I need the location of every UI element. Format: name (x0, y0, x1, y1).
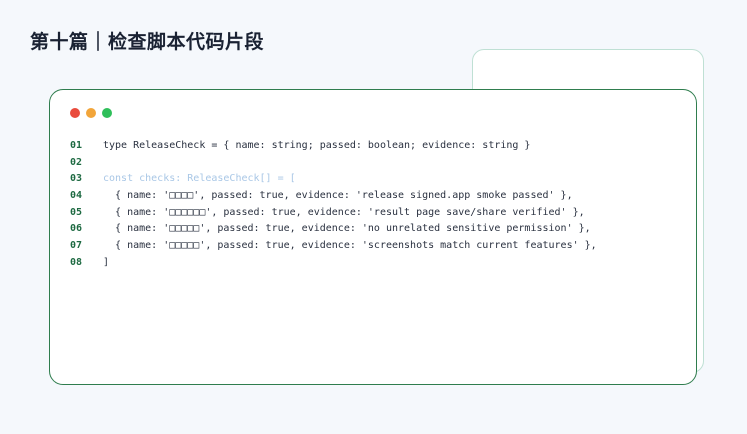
code-line: 02 (70, 155, 597, 172)
code-line: 08] (70, 255, 597, 272)
code-window: 01 type ReleaseCheck = { name: string; pa… (49, 89, 697, 385)
window-controls (70, 108, 112, 118)
close-dot-icon (70, 108, 80, 118)
code-line: 01 type ReleaseCheck = { name: string; pa… (70, 138, 597, 155)
code-text: { name: '□□□□□', passed: true, evidence:… (103, 240, 597, 252)
line-number: 08 (70, 256, 83, 268)
line-number: 02 (70, 156, 83, 168)
code-line: 04 { name: '□□□□', passed: true, evidenc… (70, 188, 597, 205)
code-line: 05 { name: '□□□□□□', passed: true, evide… (70, 205, 597, 222)
line-number: 04 (70, 190, 83, 202)
minimize-dot-icon (86, 108, 96, 118)
code-line: 07 { name: '□□□□□', passed: true, eviden… (70, 238, 597, 255)
code-text: { name: '□□□□□□', passed: true, evidence… (103, 206, 585, 218)
code-text: const checks: ReleaseCheck[] = [ (103, 173, 296, 185)
code-block: 01 type ReleaseCheck = { name: string; pa… (70, 138, 597, 272)
code-line: 06 { name: '□□□□□', passed: true, eviden… (70, 221, 597, 238)
line-number: 07 (70, 240, 83, 252)
maximize-dot-icon (102, 108, 112, 118)
code-text: { name: '□□□□□', passed: true, evidence:… (103, 223, 591, 235)
line-number: 05 (70, 206, 83, 218)
code-text: type ReleaseCheck = { name: string; pass… (103, 140, 531, 151)
code-text: ] (103, 256, 110, 268)
code-text: { name: '□□□□', passed: true, evidence: … (103, 190, 573, 202)
line-number: 06 (70, 223, 83, 235)
page-title: 第十篇｜检查脚本代码片段 (30, 31, 265, 53)
line-number: 03 (70, 173, 83, 185)
line-number: 01 (70, 140, 83, 151)
code-line: 03 const checks: ReleaseCheck[] = [ (70, 171, 597, 188)
